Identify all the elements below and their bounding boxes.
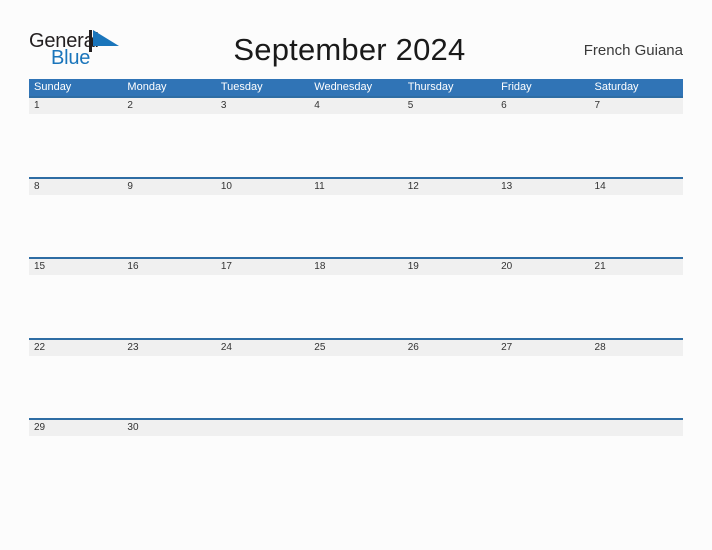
weekday-header-friday: Friday bbox=[501, 81, 532, 93]
day-cell-empty bbox=[496, 420, 589, 436]
day-cell[interactable]: 12 bbox=[403, 179, 496, 195]
day-cell[interactable]: 13 bbox=[496, 179, 589, 195]
week-date-band: 15 16 17 18 19 20 21 bbox=[29, 259, 683, 275]
week-date-band: 29 30 bbox=[29, 420, 683, 436]
day-cell[interactable]: 26 bbox=[403, 340, 496, 356]
day-cell[interactable]: 2 bbox=[122, 98, 215, 114]
logo-text-blue: Blue bbox=[51, 47, 91, 69]
day-cell[interactable]: 27 bbox=[496, 340, 589, 356]
week-note-area[interactable] bbox=[29, 356, 683, 418]
week-note-area[interactable] bbox=[29, 195, 683, 257]
blue-flag-icon bbox=[89, 30, 121, 52]
day-cell[interactable]: 20 bbox=[496, 259, 589, 275]
day-cell[interactable]: 9 bbox=[122, 179, 215, 195]
day-cell[interactable]: 10 bbox=[216, 179, 309, 195]
day-cell-empty bbox=[216, 420, 309, 436]
day-cell[interactable]: 25 bbox=[309, 340, 402, 356]
calendar-page: General Blue September 2024 French Guian… bbox=[0, 0, 712, 550]
week-note-area[interactable] bbox=[29, 436, 683, 498]
week-date-band: 1 2 3 4 5 6 7 bbox=[29, 98, 683, 114]
weekday-header-thursday: Thursday bbox=[407, 81, 454, 93]
week-date-band: 8 9 10 11 12 13 14 bbox=[29, 178, 683, 195]
week-date-band: 22 23 24 25 26 27 28 bbox=[29, 339, 683, 356]
weekday-header-monday: Monday bbox=[127, 81, 167, 93]
day-cell[interactable]: 8 bbox=[29, 179, 122, 195]
day-cell[interactable]: 16 bbox=[122, 259, 215, 275]
weekday-header-sunday: Sunday bbox=[34, 81, 72, 93]
day-cell[interactable]: 28 bbox=[590, 340, 683, 356]
day-cell[interactable]: 18 bbox=[309, 259, 402, 275]
calendar-week-row: 8 9 10 11 12 13 14 bbox=[29, 176, 683, 258]
day-cell-empty bbox=[590, 420, 683, 436]
day-cell[interactable]: 5 bbox=[403, 98, 496, 114]
day-cell[interactable]: 23 bbox=[122, 340, 215, 356]
locale-label: French Guiana bbox=[583, 41, 683, 59]
day-cell-empty bbox=[309, 420, 402, 436]
calendar-week-row: 1 2 3 4 5 6 7 bbox=[29, 96, 683, 177]
page-header: General Blue September 2024 French Guian… bbox=[29, 26, 683, 74]
day-cell[interactable]: 29 bbox=[29, 420, 122, 436]
weekday-header-wednesday: Wednesday bbox=[314, 81, 373, 93]
day-cell[interactable]: 30 bbox=[122, 420, 215, 436]
day-cell[interactable]: 17 bbox=[216, 259, 309, 275]
day-cell[interactable]: 19 bbox=[403, 259, 496, 275]
general-blue-logo[interactable]: General Blue bbox=[29, 28, 125, 72]
weekday-header-saturday: Saturday bbox=[594, 81, 639, 93]
week-note-area[interactable] bbox=[29, 275, 683, 337]
calendar-week-row: 29 30 bbox=[29, 418, 683, 499]
day-cell[interactable]: 15 bbox=[29, 259, 122, 275]
day-cell[interactable]: 1 bbox=[29, 98, 122, 114]
day-cell[interactable]: 22 bbox=[29, 340, 122, 356]
day-cell[interactable]: 3 bbox=[216, 98, 309, 114]
day-cell-empty bbox=[403, 420, 496, 436]
day-cell[interactable]: 6 bbox=[496, 98, 589, 114]
day-cell[interactable]: 7 bbox=[590, 98, 683, 114]
calendar-week-row: 15 16 17 18 19 20 21 bbox=[29, 257, 683, 338]
weekday-header-row: Sunday Monday Tuesday Wednesday Thursday… bbox=[29, 79, 683, 96]
weekday-header-tuesday: Tuesday bbox=[220, 81, 263, 93]
day-cell[interactable]: 21 bbox=[590, 259, 683, 275]
day-cell[interactable]: 14 bbox=[590, 179, 683, 195]
day-cell[interactable]: 4 bbox=[309, 98, 402, 114]
week-note-area[interactable] bbox=[29, 114, 683, 176]
page-title: September 2024 bbox=[233, 32, 466, 67]
calendar-grid: Sunday Monday Tuesday Wednesday Thursday… bbox=[29, 79, 683, 499]
calendar-week-row: 22 23 24 25 26 27 28 bbox=[29, 337, 683, 419]
day-cell[interactable]: 24 bbox=[216, 340, 309, 356]
day-cell[interactable]: 11 bbox=[309, 179, 402, 195]
